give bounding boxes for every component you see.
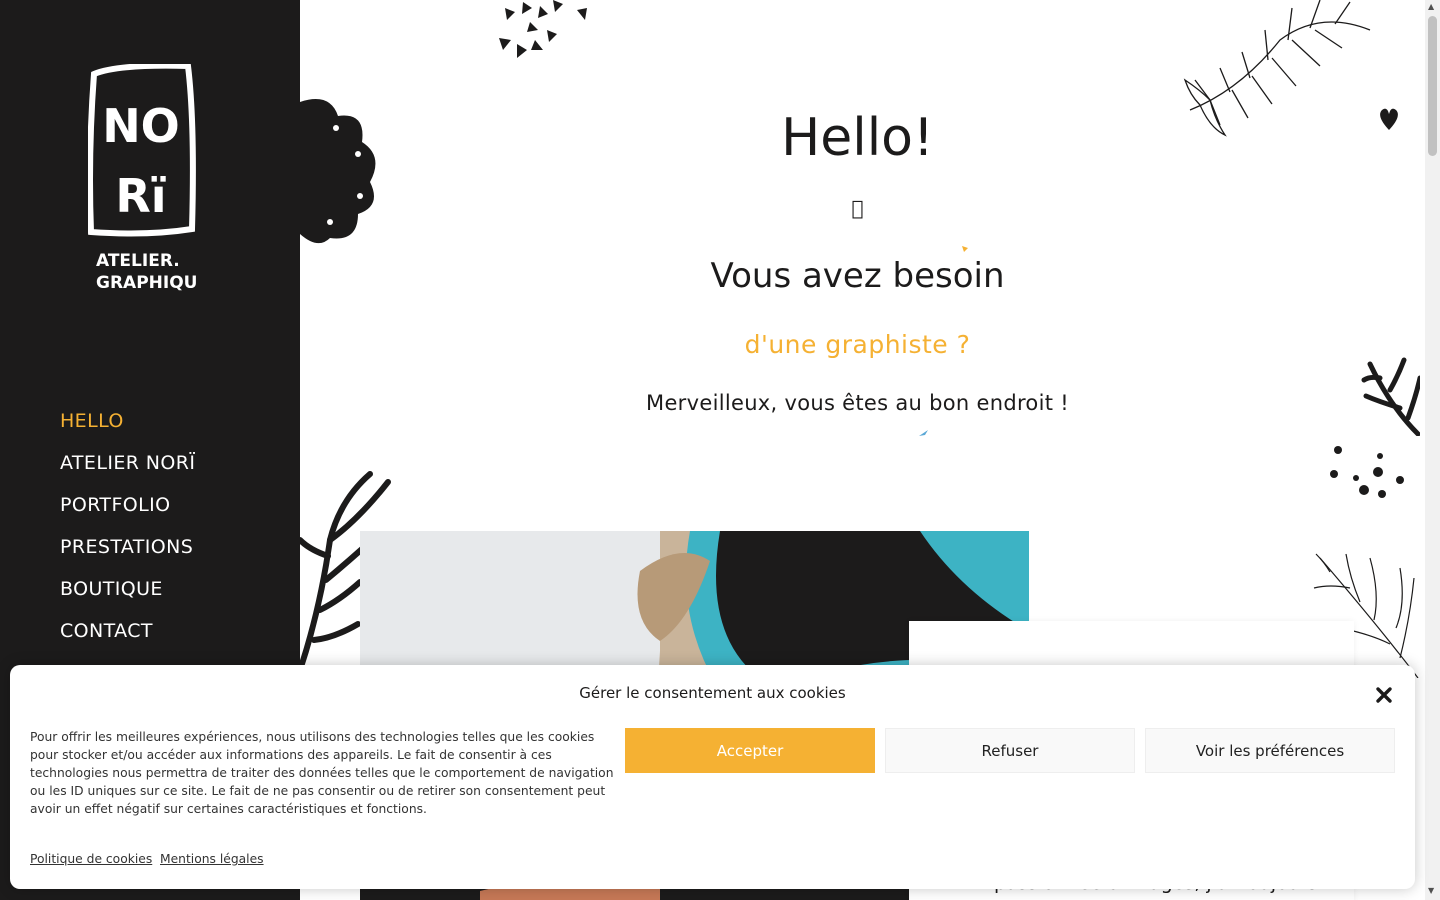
hero-accent-line: d'une graphiste ? <box>744 330 971 359</box>
dots-icon <box>1330 446 1404 498</box>
nav-item-portfolio[interactable]: PORTFOLIO <box>60 484 195 526</box>
nav-item-hello[interactable]: HELLO <box>60 400 195 442</box>
logo-line-2: Rï <box>115 169 166 223</box>
cookie-title: Gérer le consentement aux cookies <box>579 684 846 702</box>
hero-title: Hello! <box>781 108 934 168</box>
logo-line-3: ATELIER. <box>96 251 180 271</box>
nav-item-contact[interactable]: CONTACT <box>60 610 195 652</box>
main-nav: HELLO ATELIER NORÏ PORTFOLIO PRESTATIONS… <box>60 400 195 652</box>
hero-subtitle: Vous avez besoin <box>710 256 1005 296</box>
logo-line-4: GRAPHIQUE <box>96 273 196 293</box>
accept-button[interactable]: Accepter <box>625 728 875 773</box>
scroll-arrow-down-icon[interactable]: ▼ <box>1428 886 1434 895</box>
blue-fleck <box>919 430 928 436</box>
refuse-button[interactable]: Refuser <box>885 728 1135 773</box>
scroll-arrow-up-icon[interactable]: ▲ <box>1428 2 1434 11</box>
seeds-icon <box>499 0 587 58</box>
scrollbar-thumb[interactable] <box>1428 16 1437 156</box>
logo-line-1: NO <box>102 99 180 153</box>
cookie-consent-banner: Gérer le consentement aux cookies Pour o… <box>10 665 1415 889</box>
close-icon[interactable] <box>1370 681 1398 709</box>
nori-logo[interactable]: NO Rï ATELIER. GRAPHIQUE <box>88 64 196 296</box>
cookie-policy-link[interactable]: Politique de cookies <box>30 852 152 866</box>
cookie-description: Pour offrir les meilleures expériences, … <box>30 730 614 816</box>
legal-notice-link[interactable]: Mentions légales <box>160 852 264 866</box>
page-scrollbar[interactable]: ▲ ▼ <box>1425 0 1440 900</box>
nav-item-boutique[interactable]: BOUTIQUE <box>60 568 195 610</box>
preferences-button[interactable]: Voir les préférences <box>1145 728 1395 773</box>
nav-item-atelier-nori[interactable]: ATELIER NORÏ <box>60 442 195 484</box>
hero-tagline: Merveilleux, vous êtes au bon endroit ! <box>646 391 1069 415</box>
orange-fleck <box>962 246 968 252</box>
nav-item-prestations[interactable]: PRESTATIONS <box>60 526 195 568</box>
placeholder-icon:  <box>300 196 1415 220</box>
